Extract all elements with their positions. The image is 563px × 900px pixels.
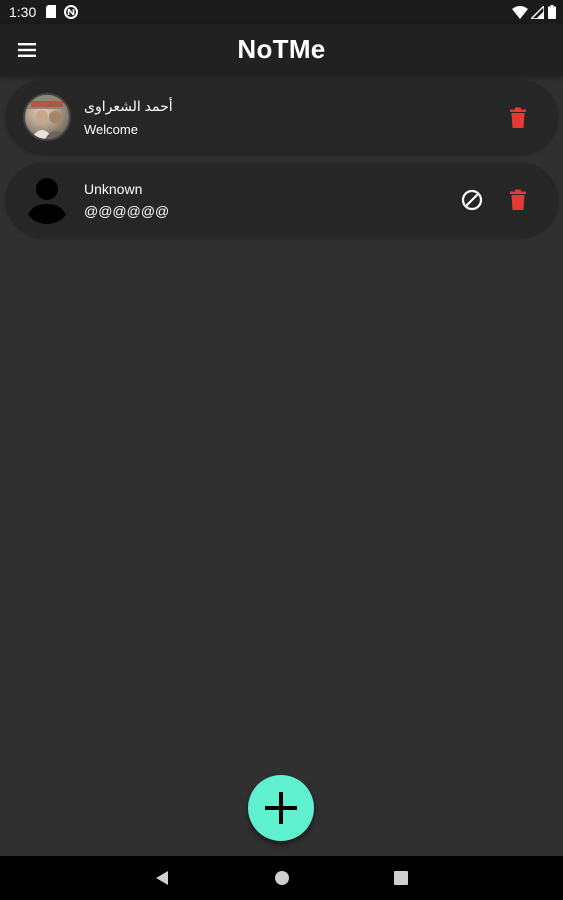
- avatar: [23, 93, 71, 141]
- signal-icon: [531, 6, 544, 19]
- contact-name: أحمد الشعراوى: [84, 98, 173, 114]
- status-bar: 1:30: [0, 0, 563, 24]
- contact-name: Unknown: [84, 181, 143, 197]
- back-icon[interactable]: [154, 870, 170, 886]
- sim-card-icon: [46, 5, 56, 18]
- default-person-icon: [27, 178, 67, 224]
- block-icon[interactable]: [461, 189, 483, 211]
- plus-icon: [265, 792, 297, 824]
- app-title: NoTMe: [237, 34, 326, 64]
- delete-icon[interactable]: [508, 189, 528, 211]
- wifi-icon: [512, 6, 528, 19]
- contact-item[interactable]: أحمد الشعراوى Welcome: [6, 80, 558, 154]
- home-icon[interactable]: [274, 870, 290, 886]
- app-bar: NoTMe: [0, 24, 563, 76]
- avatar-photo-icon: [25, 95, 69, 139]
- avatar: [23, 176, 71, 224]
- contact-item[interactable]: Unknown @@@@@@: [6, 163, 558, 237]
- system-nav-bar: [0, 856, 563, 900]
- nfc-icon: [64, 5, 78, 19]
- contact-message: @@@@@@: [84, 203, 170, 219]
- app-screen: 1:30 NoTMe أحمد الشعراوى Welcome Unknown…: [0, 0, 563, 900]
- delete-icon[interactable]: [508, 107, 528, 129]
- add-contact-button[interactable]: [248, 775, 314, 841]
- battery-icon: [548, 5, 556, 19]
- contact-message: Welcome: [84, 122, 138, 137]
- status-time: 1:30: [9, 4, 37, 20]
- recents-icon[interactable]: [394, 871, 408, 885]
